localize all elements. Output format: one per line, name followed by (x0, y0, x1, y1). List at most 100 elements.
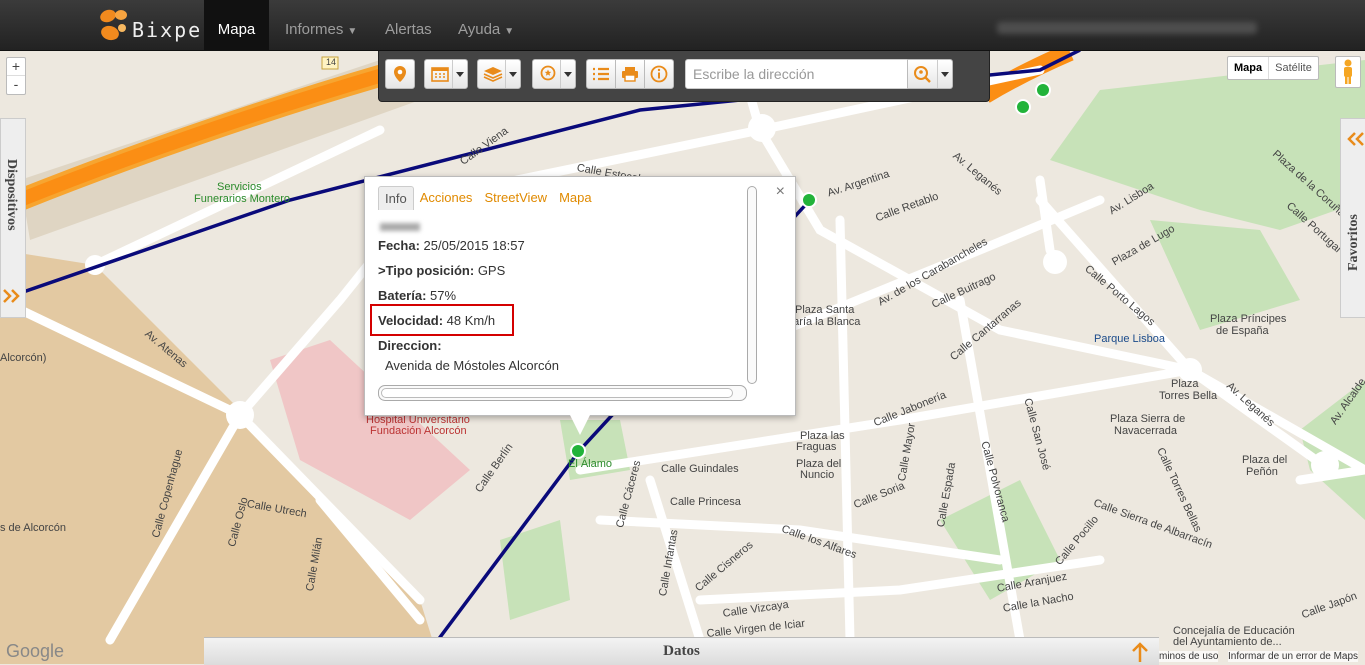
address-search-input[interactable] (685, 59, 908, 89)
nav-alertas-label: Alertas (385, 21, 432, 38)
place-label: Peñón (1246, 466, 1278, 478)
map-type-control: Mapa Satélite (1227, 56, 1319, 80)
brand-logo[interactable]: Bixpe (98, 4, 202, 46)
printer-icon (622, 67, 638, 82)
place-label: Navacerrada (1114, 425, 1177, 437)
nav-informes[interactable]: Informes ▼ (285, 0, 357, 50)
date-picker-button[interactable] (424, 59, 468, 89)
poi-label: El Álamo (568, 458, 613, 470)
row-label: Fecha: (378, 238, 420, 253)
place-label: Nuncio (800, 469, 835, 481)
top-navbar: Bixpe Mapa Informes ▼ Alertas Ayuda ▼ (0, 0, 1365, 51)
place-label: Alcorcón) (0, 352, 47, 364)
print-button[interactable] (615, 59, 645, 89)
place-label: Torres Bella (1159, 390, 1218, 402)
place-label: de España (1216, 325, 1269, 337)
place-label: Plaza (1171, 378, 1199, 390)
map-pin-icon (394, 66, 406, 82)
nav-ayuda-label: Ayuda (458, 21, 501, 38)
brand-name: Bixpe (132, 18, 203, 42)
poi-label: Funerarios Montero (194, 193, 290, 205)
map-marker[interactable] (1035, 82, 1051, 98)
double-chevron-up-icon (1132, 642, 1148, 662)
zoom-out-button[interactable]: - (7, 75, 25, 93)
place-label: Plaza Santa (795, 304, 855, 316)
pegman-icon (1344, 59, 1352, 84)
row-value: 25/05/2015 18:57 (423, 238, 525, 253)
popup-pointer (569, 413, 591, 435)
double-chevron-right-icon (3, 289, 20, 303)
map-marker[interactable] (1015, 99, 1031, 115)
velocidad-highlight (370, 304, 514, 336)
info-button[interactable] (644, 59, 674, 89)
street-label: Calle Princesa (670, 496, 741, 508)
devices-panel-toggle[interactable]: Dispositivos (0, 118, 26, 318)
search-pin-icon (914, 66, 931, 83)
close-icon[interactable]: × (776, 183, 785, 201)
terms-link[interactable]: minos de uso (1159, 651, 1219, 662)
layers-icon (483, 67, 503, 82)
locate-device-button[interactable] (385, 59, 415, 89)
address-search-button[interactable] (907, 59, 953, 89)
tab-streetview[interactable]: StreetView (478, 186, 553, 210)
chevron-down-icon[interactable] (937, 60, 952, 88)
datos-label: Datos (663, 643, 700, 659)
place-label: Plaza del (1242, 454, 1288, 466)
poi-label: Parque Lisboa (1094, 333, 1165, 345)
road-number-label: 14 (326, 57, 337, 67)
popup-row-fecha: Fecha: 25/05/2015 18:57 (378, 238, 525, 253)
map-type-satelite[interactable]: Satélite (1269, 57, 1318, 79)
popup-vertical-scrollbar[interactable] (747, 186, 757, 384)
chevron-down-icon[interactable] (452, 60, 467, 88)
chevron-down-icon: ▼ (504, 26, 515, 37)
row-label: Batería: (378, 288, 427, 303)
chevron-down-icon[interactable] (560, 60, 575, 88)
layers-button[interactable] (477, 59, 521, 89)
chevron-down-icon[interactable] (505, 60, 520, 88)
nav-alertas[interactable]: Alertas (385, 0, 432, 50)
chevron-down-icon: ▼ (347, 26, 358, 37)
zoom-control: + - (6, 57, 26, 95)
favorites-button[interactable] (532, 59, 576, 89)
street-label: Calle Guindales (661, 463, 739, 475)
report-error-link[interactable]: Informar de un error de Maps (1228, 651, 1359, 662)
map-toolbar (378, 50, 990, 102)
place-label: Plaza Príncipes (1210, 313, 1287, 325)
popup-address: Avenida de Móstoles Alcorcón (385, 358, 559, 373)
list-button[interactable] (586, 59, 616, 89)
nav-mapa-label: Mapa (217, 21, 256, 38)
double-chevron-left-icon (1347, 132, 1364, 146)
tab-info[interactable]: Info (378, 186, 414, 210)
tab-acciones[interactable]: Acciones (414, 186, 479, 210)
list-icon (593, 67, 609, 81)
popup-tabs: Info Acciones StreetView Mapa (378, 186, 598, 210)
row-label: Direccion: (378, 338, 442, 353)
device-name (380, 223, 420, 231)
nav-ayuda[interactable]: Ayuda ▼ (458, 0, 514, 50)
street-view-pegman[interactable] (1335, 56, 1361, 88)
place-label: s de Alcorcón (0, 522, 67, 534)
popup-row-direccion: Direccion: (378, 338, 442, 353)
map-type-mapa[interactable]: Mapa (1228, 57, 1270, 79)
map-marker[interactable] (801, 192, 817, 208)
map-marker[interactable] (570, 443, 586, 459)
row-label: >Tipo posición: (378, 263, 475, 278)
info-icon (650, 65, 668, 83)
tab-mapa[interactable]: Mapa (553, 186, 598, 210)
bixpe-logo-icon (100, 9, 127, 41)
user-menu[interactable] (997, 22, 1257, 34)
place-label: Plaza Sierra de (1110, 413, 1186, 425)
poi-label: del Ayuntamiento de... (1173, 636, 1282, 648)
calendar-icon (431, 67, 449, 82)
favorites-panel-label: Favoritos (1346, 214, 1361, 271)
popup-horizontal-scrollbar[interactable] (378, 385, 747, 401)
favorites-panel-toggle[interactable]: Favoritos (1340, 118, 1365, 318)
nav-mapa[interactable]: Mapa (204, 0, 269, 50)
nav-informes-label: Informes (285, 21, 344, 38)
datos-panel-toggle[interactable]: Datos (204, 637, 1159, 665)
poi-label: Servicios (217, 181, 262, 193)
device-info-popup: Info Acciones StreetView Mapa × Fecha: 2… (364, 176, 796, 416)
star-pin-icon (540, 65, 556, 81)
zoom-in-button[interactable]: + (7, 58, 25, 75)
google-logo: Google (6, 641, 65, 661)
